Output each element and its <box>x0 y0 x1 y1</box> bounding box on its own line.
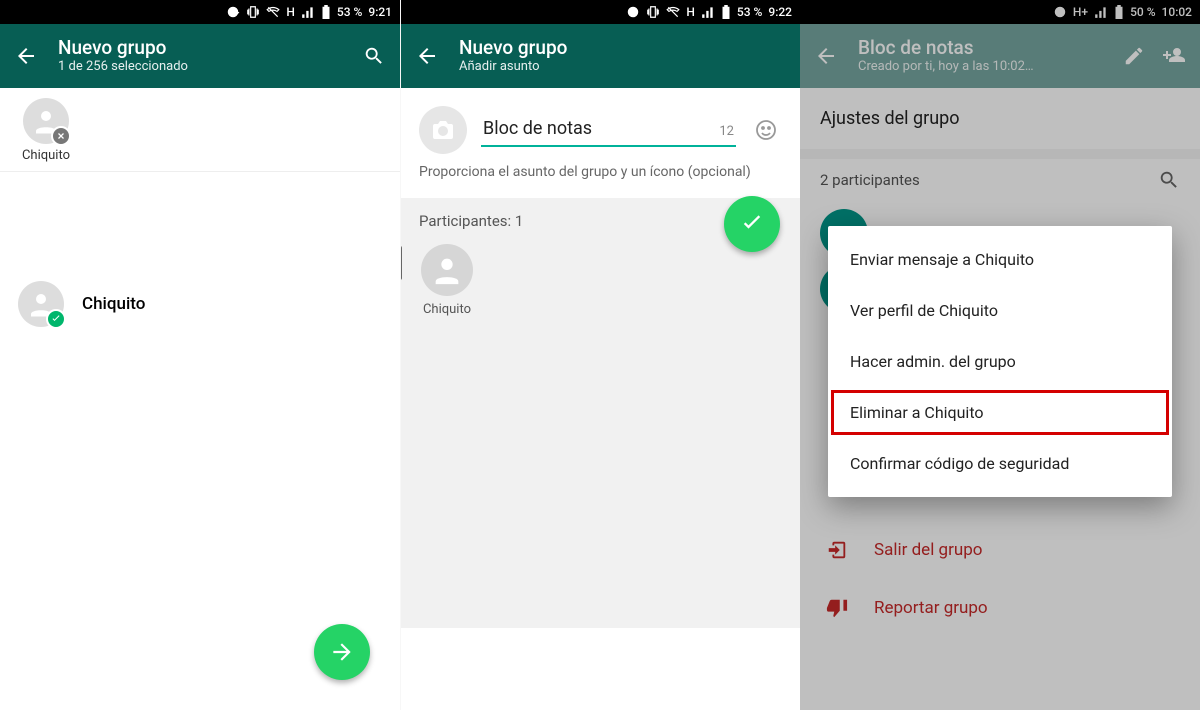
status-bar: H 53 % 9:22 <box>401 0 800 24</box>
scroll-indicator <box>400 246 402 280</box>
battery-text: 53 % <box>737 5 762 19</box>
back-button[interactable] <box>407 36 447 76</box>
group-subject-input[interactable] <box>481 114 736 147</box>
avatar-icon <box>23 98 69 144</box>
group-photo-button[interactable] <box>419 106 467 154</box>
contact-name: Chiquito <box>82 294 145 314</box>
emoji-button[interactable] <box>750 114 782 146</box>
contacts-list[interactable]: Chiquito <box>0 172 400 336</box>
sync-icon <box>226 5 240 19</box>
menu-verify-security[interactable]: Confirmar código de seguridad <box>828 438 1172 489</box>
clock-text: 9:21 <box>368 5 392 19</box>
char-counter: 12 <box>719 124 734 139</box>
participant-name: Chiquito <box>419 302 475 317</box>
subject-hint: Proporciona el asunto del grupo y un íco… <box>401 158 800 198</box>
battery-icon <box>721 5 731 19</box>
signal-icon <box>301 5 315 19</box>
contact-row[interactable]: Chiquito <box>0 272 400 336</box>
wifi-off-icon <box>266 5 280 19</box>
selected-contact-chip[interactable]: Chiquito <box>14 98 78 163</box>
vibrate-icon <box>246 5 260 19</box>
app-bar: Nuevo grupo 1 de 256 seleccionado <box>0 24 400 88</box>
participants-block: Participantes: 1 Chiquito <box>401 198 800 628</box>
battery-icon <box>321 5 331 19</box>
confirm-fab[interactable] <box>724 196 780 252</box>
vibrate-icon <box>646 5 660 19</box>
network-type: H <box>686 5 695 19</box>
back-button[interactable] <box>6 36 46 76</box>
app-bar: Nuevo grupo Añadir asunto <box>401 24 800 88</box>
clock-text: 9:22 <box>768 5 792 19</box>
menu-send-message[interactable]: Enviar mensaje a Chiquito <box>828 234 1172 285</box>
status-bar: H 53 % 9:21 <box>0 0 400 24</box>
menu-make-admin[interactable]: Hacer admin. del grupo <box>828 336 1172 387</box>
chip-name: Chiquito <box>14 148 78 163</box>
page-title: Nuevo grupo <box>459 37 794 59</box>
next-fab[interactable] <box>314 624 370 680</box>
participant-chip[interactable]: Chiquito <box>419 244 475 317</box>
menu-remove-participant[interactable]: Eliminar a Chiquito <box>828 387 1172 438</box>
page-subtitle: 1 de 256 seleccionado <box>58 59 354 75</box>
avatar-icon <box>18 281 64 327</box>
selected-check-icon <box>46 309 66 329</box>
selected-contacts-strip: Chiquito <box>0 88 400 172</box>
phone-screenshot-2: H 53 % 9:22 Nuevo grupo Añadir asunto 12… <box>400 0 800 710</box>
network-type: H <box>286 5 295 19</box>
avatar-icon <box>421 244 473 296</box>
sync-icon <box>626 5 640 19</box>
subject-row: 12 <box>401 88 800 158</box>
battery-text: 53 % <box>337 5 362 19</box>
menu-view-profile[interactable]: Ver perfil de Chiquito <box>828 285 1172 336</box>
page-title: Nuevo grupo <box>58 37 354 59</box>
phone-screenshot-3: H+ 50 % 10:02 Bloc de notas Creado por t… <box>800 0 1200 710</box>
wifi-off-icon <box>666 5 680 19</box>
participant-context-menu: Enviar mensaje a Chiquito Ver perfil de … <box>828 226 1172 497</box>
phone-screenshot-1: H 53 % 9:21 Nuevo grupo 1 de 256 selecci… <box>0 0 400 710</box>
signal-icon <box>701 5 715 19</box>
search-button[interactable] <box>354 36 394 76</box>
page-subtitle: Añadir asunto <box>459 59 794 75</box>
remove-icon[interactable] <box>51 126 71 146</box>
